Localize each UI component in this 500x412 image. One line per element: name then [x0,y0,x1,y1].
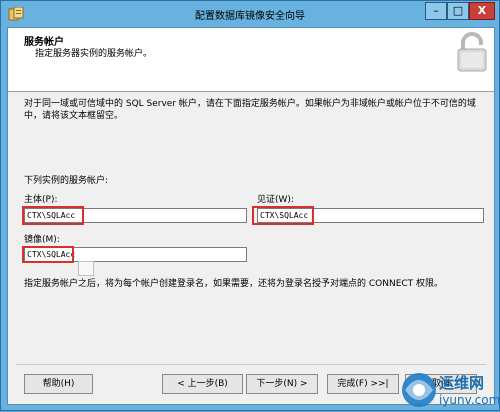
watermark-logo: 运维网 iyunv.com [402,373,500,407]
wizard-window: 配置数据库镜像安全向导 – □ X 服务帐户 指定服务器实例的服务帐户。 对于同… [0,0,500,411]
help-button[interactable]: 帮助(H) [24,374,93,394]
title-bar[interactable]: 配置数据库镜像安全向导 – □ X [1,1,499,27]
back-button[interactable]: < 上一步(B) [162,374,243,394]
maximize-button[interactable]: □ [447,2,469,20]
witness-label: 见证(W): [257,195,294,205]
wizard-header: 服务帐户 指定服务器实例的服务帐户。 [8,28,494,92]
watermark-url: iyunv.com [439,393,500,407]
next-button[interactable]: 下一步(N) > [246,374,318,394]
page-subtitle: 指定服务器实例的服务帐户。 [35,49,153,59]
intro-text: 对于同一域或可信域中的 SQL Server 帐户，请在下面指定服务帐户。如果帐… [24,99,476,121]
close-button[interactable]: X [469,2,495,20]
principal-label: 主体(P): [24,195,58,205]
picker-icon [78,261,94,276]
mirror-highlight [22,246,74,263]
minimize-button[interactable]: – [425,2,447,20]
watermark-brand: 运维网 [439,374,484,392]
mirror-label: 镜像(M): [24,235,60,245]
note-text: 指定服务帐户之后，将为每个帐户创建登录名，如果需要，还将为登录名授予对端点的 C… [24,279,444,289]
witness-highlight [252,206,314,225]
wizard-content: 服务帐户 指定服务器实例的服务帐户。 对于同一域或可信域中的 SQL Serve… [7,27,495,405]
finish-button[interactable]: 完成(F) >>| [327,374,399,394]
lock-icon [457,32,487,72]
principal-highlight [22,206,84,225]
section-label: 下列实例的服务帐户: [24,176,109,186]
